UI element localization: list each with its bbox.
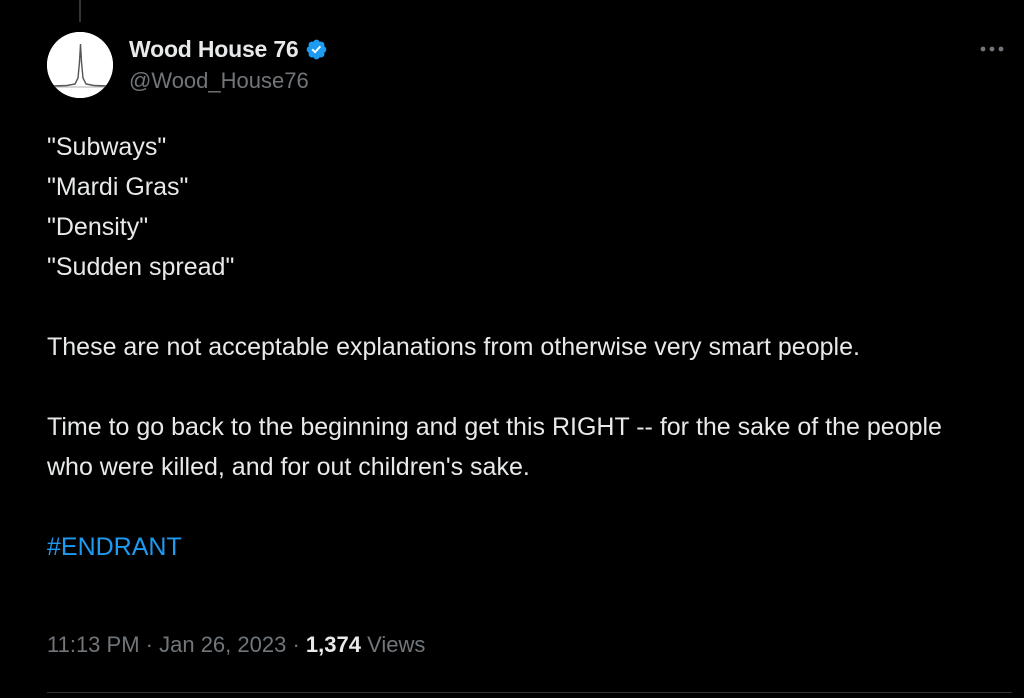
tweet-paragraph: These are not acceptable explanations fr… (47, 333, 860, 361)
tweet-time[interactable]: 11:13 PM (47, 632, 140, 658)
divider (47, 692, 1012, 693)
tweet-date[interactable]: Jan 26, 2023 (159, 632, 286, 658)
author-block: Wood House 76 @Wood_House76 (129, 34, 328, 94)
tweet-line: "Subways" (47, 133, 167, 161)
meta-separator: · (286, 632, 306, 657)
tweet-line: "Mardi Gras" (47, 173, 189, 201)
thread-connector-line (79, 0, 81, 22)
author-display-name[interactable]: Wood House 76 (129, 36, 299, 63)
tweet-paragraph: Time to go back to the beginning and get… (47, 413, 942, 481)
more-horizontal-icon[interactable] (976, 36, 1008, 62)
author-name-row: Wood House 76 (129, 34, 328, 64)
hashtag-link[interactable]: #ENDRANT (47, 527, 977, 567)
tweet-line: "Density" (47, 213, 149, 241)
single-peak-chart-avatar (47, 32, 113, 98)
views-label: Views (360, 632, 426, 657)
tweet-text: "Subways" "Mardi Gras" "Density" "Sudden… (47, 127, 977, 567)
verified-badge-icon[interactable] (305, 38, 328, 61)
tweet-meta: 11:13 PM · Jan 26, 2023 · 1,374 Views (47, 632, 425, 658)
avatar[interactable] (47, 32, 113, 98)
author-handle[interactable]: @Wood_House76 (129, 68, 328, 94)
tweet-line: "Sudden spread" (47, 253, 235, 281)
meta-separator: · (139, 632, 160, 657)
views-count: 1,374 (305, 632, 361, 657)
